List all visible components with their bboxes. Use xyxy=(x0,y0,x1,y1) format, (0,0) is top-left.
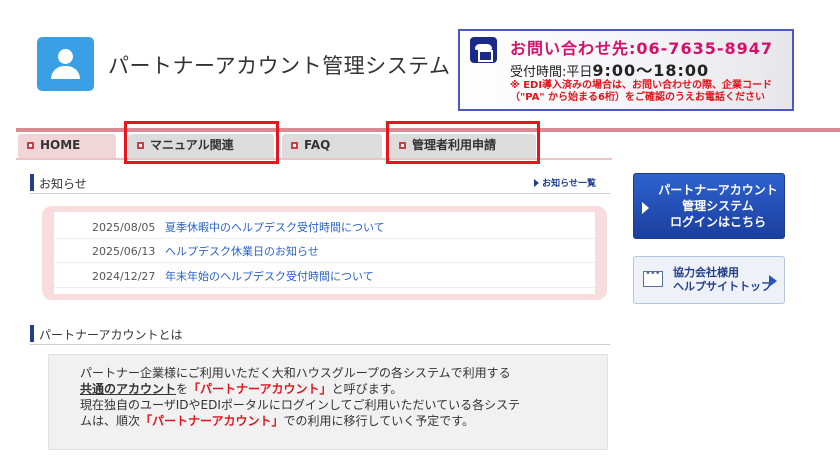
tab-bullet-icon xyxy=(291,142,298,149)
list-item[interactable]: 2025/06/13 ヘルプデスク休業日のお知らせ xyxy=(54,241,595,263)
contact-hours: 受付時間:平日9:00～18:00 xyxy=(510,61,710,80)
news-section-header: お知らせ お知らせ一覧 xyxy=(30,172,610,194)
list-item[interactable]: 2024/12/27 年末年始のヘルプデスク受付時間について xyxy=(54,266,595,288)
help-site-button[interactable]: 協力会社様用 ヘルプサイトトップ xyxy=(633,256,785,304)
tab-faq[interactable]: FAQ xyxy=(282,134,382,158)
arrow-right-icon xyxy=(769,275,777,287)
contact-phone: お問い合わせ先:06-7635-8947 xyxy=(510,39,774,58)
phone-icon xyxy=(470,37,497,63)
tab-home[interactable]: HOME xyxy=(18,134,116,158)
login-button[interactable]: パートナーアカウント 管理システム ログインはこちら xyxy=(633,173,785,239)
tab-admin-application[interactable]: 管理者利用申請 xyxy=(390,134,536,158)
tab-bullet-icon xyxy=(27,142,34,149)
contact-note: ※ EDI導入済みの場合は、お問い合わせの際、企業コード （"PA" から始まる… xyxy=(510,80,773,103)
nav-top-border xyxy=(16,128,840,132)
contact-info-box: お問い合わせ先:06-7635-8947 受付時間:平日9:00～18:00 ※… xyxy=(458,29,794,111)
arrow-right-icon xyxy=(642,202,649,214)
about-section-header: パートナーアカウントとは xyxy=(30,323,610,345)
news-panel: 2025/08/05 夏季休暇中のヘルプデスク受付時間について 2025/06/… xyxy=(42,206,607,300)
nav-bottom-border xyxy=(16,158,612,160)
news-all-link[interactable]: お知らせ一覧 xyxy=(534,176,596,189)
app-logo-icon xyxy=(37,37,94,91)
page-title: パートナーアカウント管理システム xyxy=(108,54,451,78)
about-text-box: パートナー企業様にご利用いただく大和ハウスグループの各システムで利用する 共通の… xyxy=(48,354,608,450)
tab-bullet-icon xyxy=(399,142,406,149)
list-item[interactable]: 2025/08/05 夏季休暇中のヘルプデスク受付時間について xyxy=(54,217,595,239)
tab-bullet-icon xyxy=(137,142,144,149)
tab-manuals[interactable]: マニュアル関連 xyxy=(128,134,274,158)
help-site-icon xyxy=(643,268,663,287)
